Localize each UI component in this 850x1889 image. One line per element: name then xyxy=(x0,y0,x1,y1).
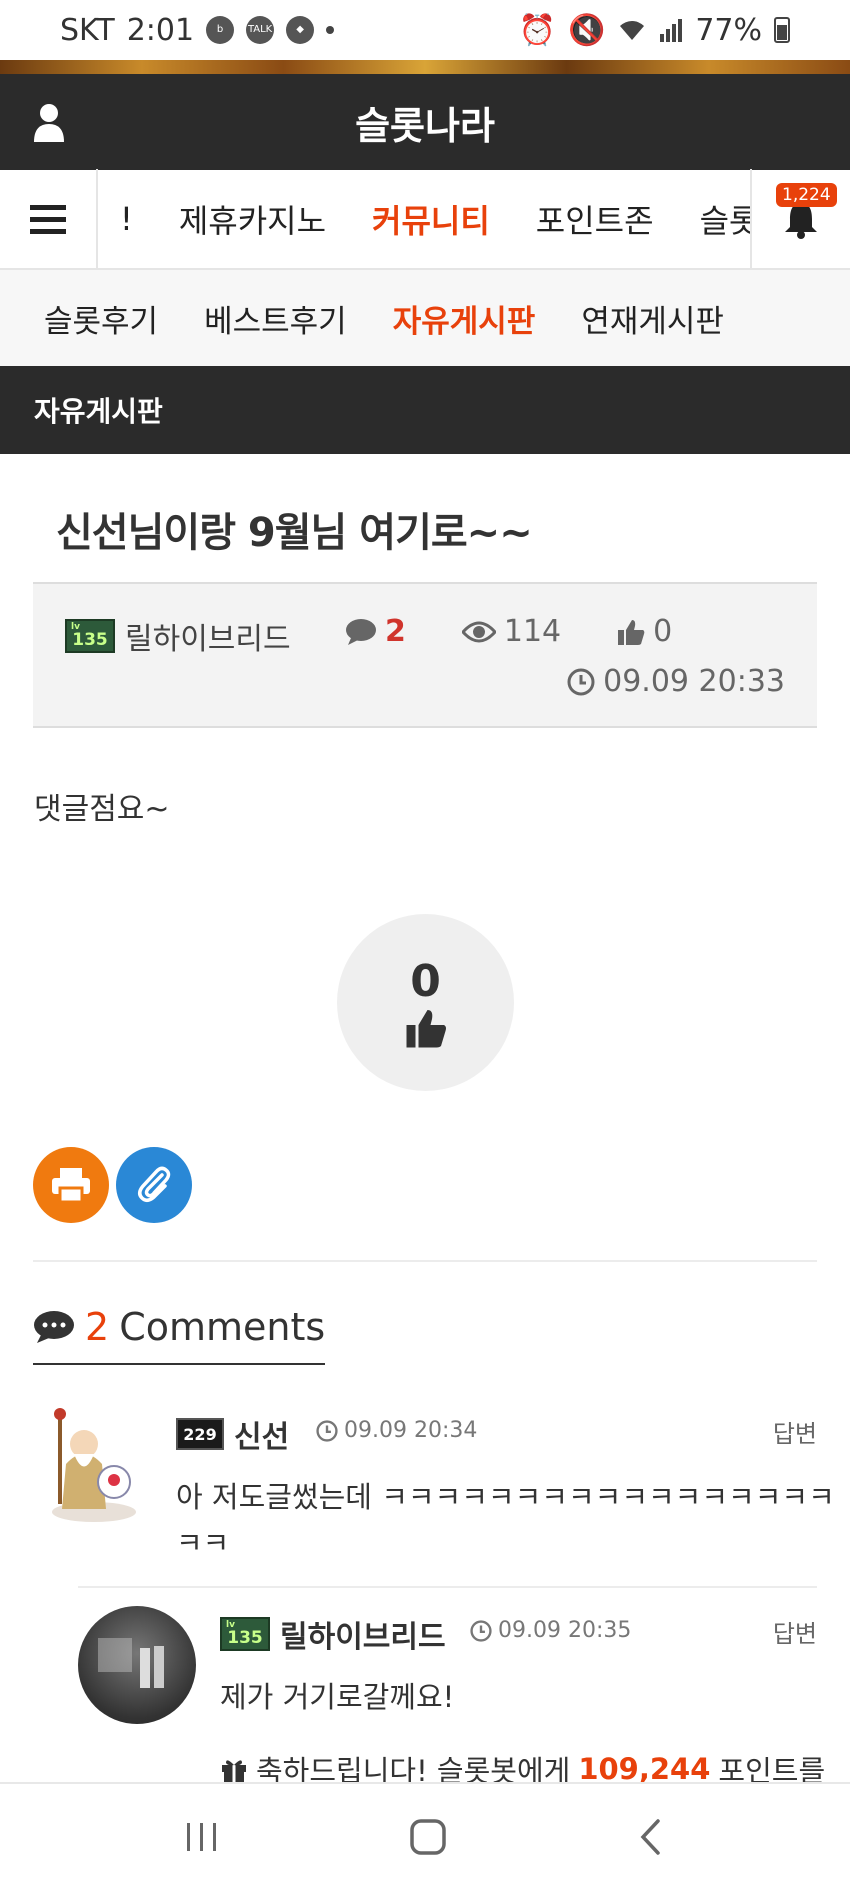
home-icon[interactable] xyxy=(408,1817,448,1857)
menu-icon[interactable] xyxy=(0,169,98,269)
signal-icon xyxy=(660,19,683,42)
nav-item-notice[interactable]: ! xyxy=(120,200,133,238)
comments-label: Comments xyxy=(119,1305,326,1349)
status-bar: SKT 2:01 b TALK ◆ ⏰ 🔇 77% xyxy=(0,0,850,60)
mute-icon: 🔇 xyxy=(567,12,606,48)
comments-icon xyxy=(34,1311,74,1343)
carrier-label: SKT xyxy=(60,12,115,48)
nav-item-slot[interactable]: 슬롯 xyxy=(700,196,750,242)
user-icon[interactable] xyxy=(32,102,66,142)
section-divider xyxy=(33,1260,817,1262)
recent-apps-icon[interactable] xyxy=(184,1820,220,1854)
like-button[interactable]: 0 xyxy=(337,914,514,1091)
like-button-count: 0 xyxy=(410,956,441,1007)
comment-stat: 2 xyxy=(345,614,406,649)
likes-stat: 0 xyxy=(617,614,672,649)
system-nav-bar xyxy=(0,1782,850,1889)
subnav-series-board[interactable]: 연재게시판 xyxy=(581,296,724,341)
avatar xyxy=(44,1404,144,1524)
site-title[interactable]: 슬롯나라 xyxy=(355,95,495,150)
level-badge: 229 xyxy=(176,1418,224,1450)
comment-author[interactable]: lv 135 릴하이브리드 xyxy=(220,1612,446,1656)
sub-nav: 슬롯후기 베스트후기 자유게시판 연재게시판 xyxy=(0,270,850,366)
subnav-slot-review[interactable]: 슬롯후기 xyxy=(44,296,158,341)
post-author[interactable]: lv 135 릴하이브리드 xyxy=(65,614,291,658)
thumbs-up-icon xyxy=(618,619,645,645)
post-title: 신선님이랑 9월님 여기로~~ xyxy=(56,510,533,556)
main-nav: ! 제휴카지노 커뮤니티 포인트존 슬롯 1,224 xyxy=(0,169,850,270)
board-title-bar: 자유게시판 xyxy=(0,366,850,454)
notification-button[interactable]: 1,224 xyxy=(750,169,850,269)
views-stat: 114 xyxy=(461,614,562,649)
back-icon[interactable] xyxy=(636,1818,666,1856)
subnav-free-board[interactable]: 자유게시판 xyxy=(393,296,536,341)
notification-badge: 1,224 xyxy=(776,183,837,207)
main-nav-items: ! 제휴카지노 커뮤니티 포인트존 슬롯 xyxy=(98,169,750,269)
post-date: 09.09 20:33 xyxy=(567,664,785,699)
clock: 2:01 xyxy=(126,12,195,48)
post-meta: lv 135 릴하이브리드 2 114 0 09.09 20:33 xyxy=(33,582,817,728)
print-icon xyxy=(52,1168,90,1204)
b-app-icon: b xyxy=(206,16,235,44)
comment-divider xyxy=(78,1586,817,1588)
app-notification-icon: ◆ xyxy=(286,16,315,44)
gift-icon xyxy=(222,1760,246,1782)
author-name: 릴하이브리드 xyxy=(125,622,291,657)
paperclip-icon xyxy=(138,1166,171,1202)
comment-text: 제가 거기로갈께요! xyxy=(220,1680,455,1714)
comment-icon xyxy=(346,618,376,645)
nav-item-community[interactable]: 커뮤니티 xyxy=(372,196,490,242)
banner-image xyxy=(0,60,850,74)
likes-count: 0 xyxy=(653,614,673,649)
nav-item-partner-casino[interactable]: 제휴카지노 xyxy=(179,196,326,242)
level-badge: lv 135 xyxy=(220,1617,270,1651)
reply-button[interactable]: 답변 xyxy=(773,1614,817,1649)
comment-time: 09.09 20:35 xyxy=(470,1618,631,1643)
clock-icon xyxy=(567,668,595,695)
battery-percent: 77% xyxy=(695,12,762,48)
clock-icon xyxy=(470,1619,492,1642)
avatar xyxy=(78,1606,196,1724)
comment-text: 아 저도글썼는데 ㅋㅋㅋㅋㅋㅋㅋㅋㅋㅋㅋㅋㅋㅋㅋㅋㅋ ㅋㅋ xyxy=(176,1480,835,1561)
more-notifications-dot xyxy=(326,26,335,34)
eye-icon xyxy=(461,621,496,642)
comment-count: 2 xyxy=(385,614,406,649)
views-count: 114 xyxy=(503,614,562,649)
thumbs-up-icon xyxy=(406,1010,446,1048)
post-stats: 2 114 0 xyxy=(345,614,672,649)
comment-time: 09.09 20:34 xyxy=(316,1418,477,1443)
comment-author[interactable]: 229 신선 xyxy=(176,1412,289,1456)
comments-count: 2 xyxy=(85,1305,110,1349)
level-badge: lv 135 xyxy=(65,619,115,653)
subnav-best-review[interactable]: 베스트후기 xyxy=(204,296,347,341)
site-header: 슬롯나라 xyxy=(0,74,850,170)
print-button[interactable] xyxy=(33,1147,109,1223)
board-title: 자유게시판 xyxy=(34,395,163,428)
reply-button[interactable]: 답변 xyxy=(773,1414,817,1449)
nav-item-point-zone[interactable]: 포인트존 xyxy=(536,196,654,242)
post-body: 댓글점요~ xyxy=(34,792,170,827)
battery-icon xyxy=(774,17,790,43)
alarm-icon: ⏰ xyxy=(518,12,556,48)
link-button[interactable] xyxy=(116,1147,192,1223)
talk-icon: TALK xyxy=(246,16,275,44)
wifi-icon xyxy=(620,21,645,40)
comments-heading: 2 Comments xyxy=(33,1305,326,1365)
clock-icon xyxy=(316,1419,338,1442)
point-value: 109,244 xyxy=(578,1752,711,1786)
